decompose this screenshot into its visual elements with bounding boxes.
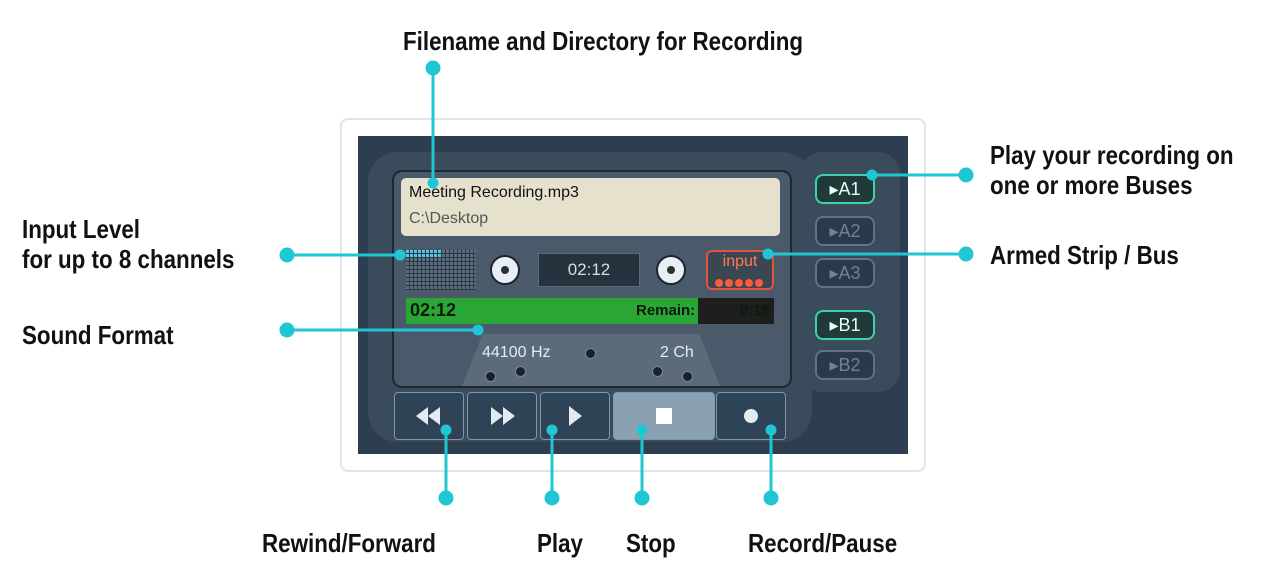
callout-lines <box>279 60 974 506</box>
